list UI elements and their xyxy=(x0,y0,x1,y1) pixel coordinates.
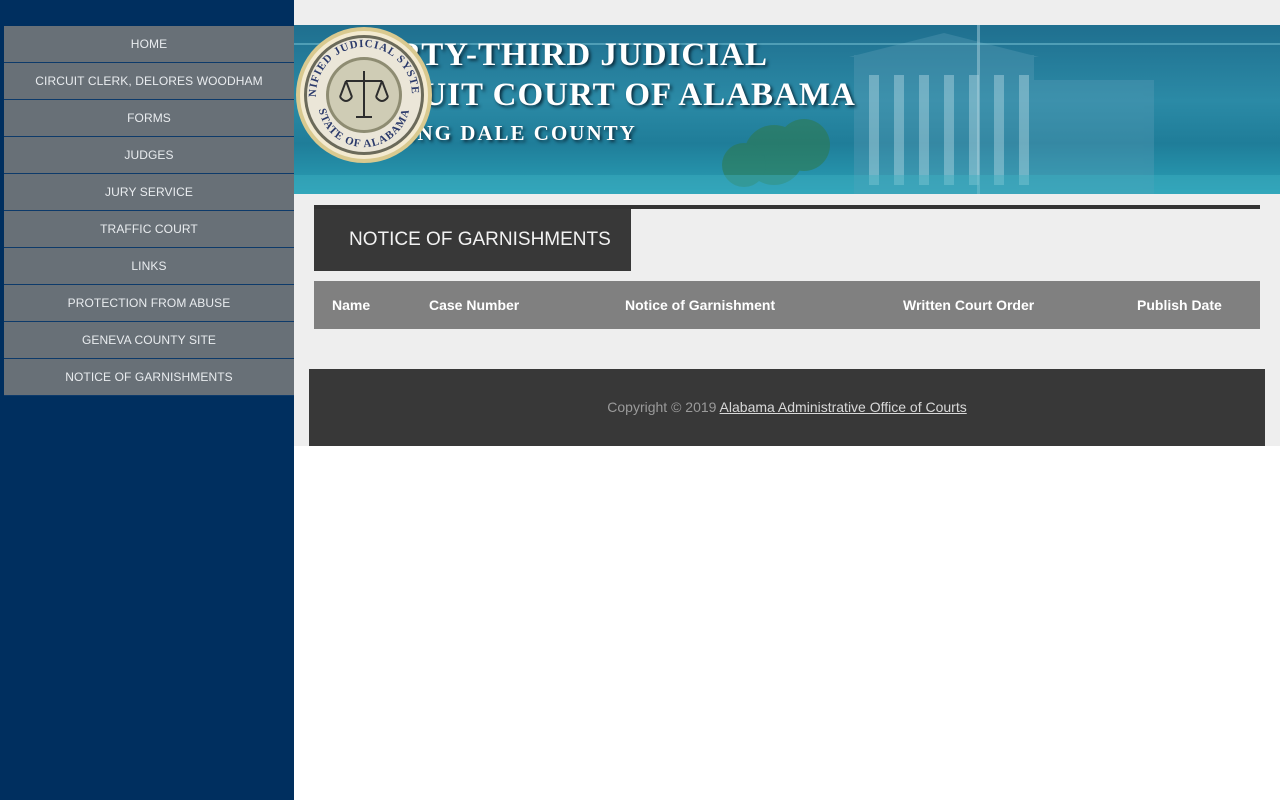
page-title: NOTICE OF GARNISHMENTS xyxy=(314,209,631,271)
sidebar-item-notice-of-garnishments[interactable]: NOTICE OF GARNISHMENTS xyxy=(4,359,294,396)
column-header-notice-of-garnishment: Notice of Garnishment xyxy=(625,297,776,313)
sidebar-item-forms[interactable]: FORMS xyxy=(4,100,294,137)
footer-aoc-link[interactable]: Alabama Administrative Office of Courts xyxy=(720,399,967,415)
sidebar-item-traffic-court[interactable]: TRAFFIC COURT xyxy=(4,211,294,248)
column-header-name: Name xyxy=(332,297,371,313)
sidebar-item-links[interactable]: LINKS xyxy=(4,248,294,285)
unified-judicial-system-seal-icon: UNIFIED JUDICIAL SYSTEM STATE OF ALABAMA xyxy=(294,25,432,163)
sidebar: HOME CIRCUIT CLERK, DELORES WOODHAM FORM… xyxy=(0,0,294,800)
sidebar-nav: HOME CIRCUIT CLERK, DELORES WOODHAM FORM… xyxy=(0,26,294,396)
sidebar-item-home[interactable]: HOME xyxy=(4,26,294,63)
footer-copyright: Copyright © 2019 xyxy=(607,399,717,415)
column-header-written-court-order: Written Court Order xyxy=(903,297,1035,313)
sidebar-item-circuit-clerk[interactable]: CIRCUIT CLERK, DELORES WOODHAM xyxy=(4,63,294,100)
sidebar-item-jury-service[interactable]: JURY SERVICE xyxy=(4,174,294,211)
header-banner: THIRTY-THIRD JUDICIAL CIRCUIT COURT OF A… xyxy=(294,25,1280,194)
sidebar-item-geneva-county-site[interactable]: GENEVA COUNTY SITE xyxy=(4,322,294,359)
sidebar-item-judges[interactable]: JUDGES xyxy=(4,137,294,174)
column-header-case-number: Case Number xyxy=(429,297,520,313)
garnishments-table-header: Name Case Number Notice of Garnishment W… xyxy=(314,281,1260,329)
footer: Copyright © 2019 Alabama Administrative … xyxy=(309,369,1265,446)
column-header-publish-date: Publish Date xyxy=(1137,297,1222,313)
sidebar-item-protection-from-abuse[interactable]: PROTECTION FROM ABUSE xyxy=(4,285,294,322)
